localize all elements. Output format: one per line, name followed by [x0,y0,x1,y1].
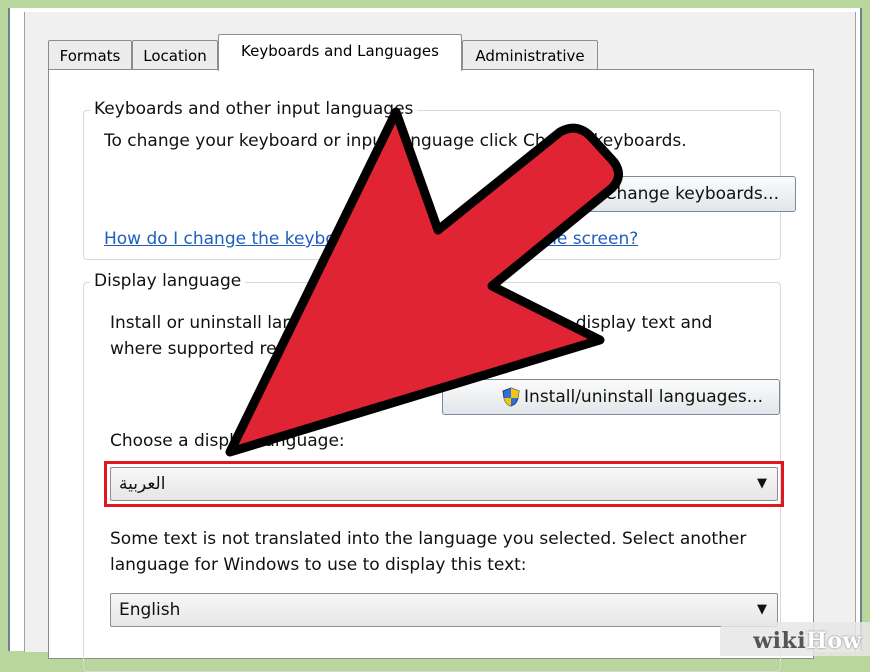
change-keyboards-button[interactable]: Change keyboards... [584,176,796,212]
display-description-line1: Install or uninstall languages that Wind… [110,313,713,333]
display-language-group: Display language Install or uninstall la… [83,271,784,672]
fallback-note-line2: language for Windows to use to display t… [110,555,527,575]
install-uninstall-languages-button[interactable]: Install/uninstall languages... [442,379,780,415]
keyboards-group: Keyboards and other input languages To c… [83,99,796,260]
display-language-group-title: Display language [90,271,246,291]
shield-icon [502,387,520,407]
choose-display-language-label: Choose a display language: [110,431,345,451]
fallback-language-select[interactable]: English ▼ [110,593,778,627]
display-description-line2: where supported recognize speech and han… [110,339,558,359]
keyboards-description: To change your keyboard or input languag… [104,131,687,151]
install-uninstall-label: Install/uninstall languages... [524,387,763,407]
tab-location[interactable]: Location [132,40,218,70]
tab-administrative[interactable]: Administrative [462,40,598,70]
watermark-wiki: wiki [753,628,807,654]
change-keyboards-label: Change keyboards... [604,184,779,204]
tab-formats[interactable]: Formats [48,40,132,70]
fallback-language-value: English [119,600,181,620]
chevron-down-icon: ▼ [757,476,767,491]
chevron-down-icon: ▼ [757,602,767,617]
fallback-note-line1: Some text is not translated into the lan… [110,529,747,549]
wikihow-watermark: wikiHow [753,628,862,654]
tab-keyboards-and-languages[interactable]: Keyboards and Languages [218,34,462,71]
keyboard-help-link[interactable]: How do I change the keyboard layout for … [104,229,638,249]
display-language-value: العربية [119,474,166,494]
tab-page: Keyboards and other input languages To c… [48,69,814,672]
keyboards-group-title: Keyboards and other input languages [90,99,418,119]
watermark-how: How [806,628,862,654]
display-language-select[interactable]: العربية ▼ [110,467,778,501]
